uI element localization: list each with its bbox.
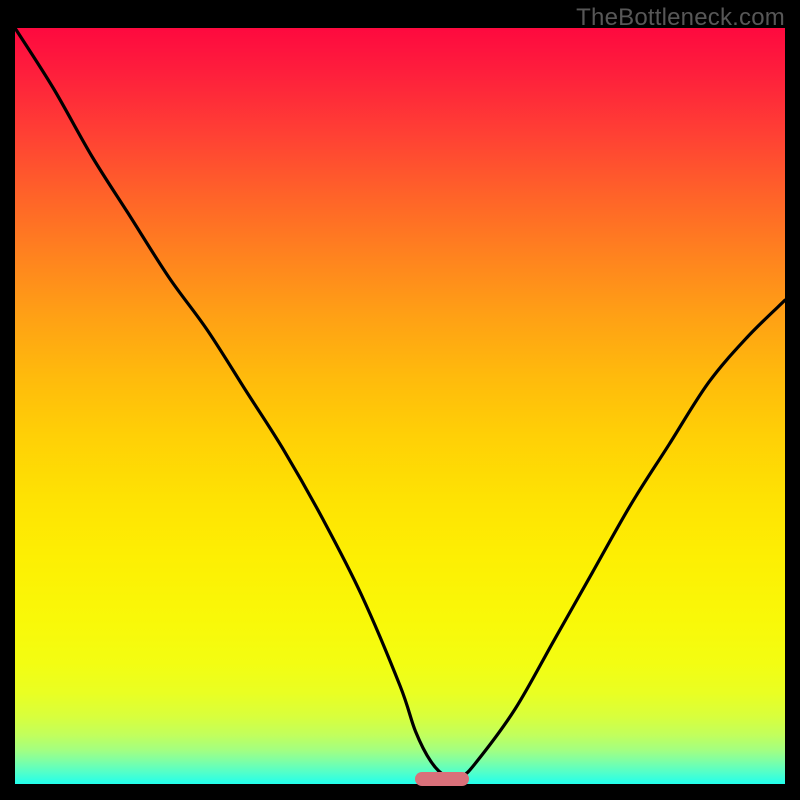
plot-area — [15, 28, 785, 784]
curve-path — [15, 28, 785, 778]
chart-container: TheBottleneck.com — [0, 0, 800, 800]
bottleneck-curve — [15, 28, 785, 784]
optimal-range-marker — [415, 772, 469, 786]
